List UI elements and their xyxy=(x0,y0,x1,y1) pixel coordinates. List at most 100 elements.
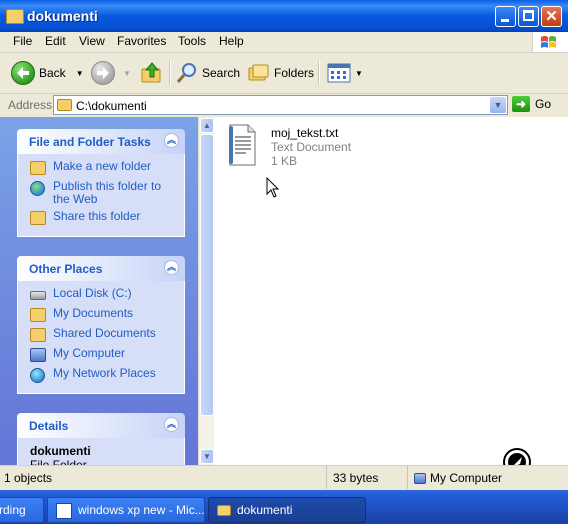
status-bytes: 33 bytes xyxy=(333,466,408,489)
views-button[interactable]: ▼ xyxy=(327,59,363,87)
address-value: C:\dokumenti xyxy=(76,99,147,113)
menu-view[interactable]: View xyxy=(79,34,105,48)
taskbar-task-word[interactable]: windows xp new - Mic... xyxy=(47,497,205,523)
search-icon xyxy=(176,63,196,83)
minimize-icon xyxy=(501,19,509,22)
place-my-computer[interactable]: My Computer xyxy=(18,347,184,367)
panel-header[interactable]: File and Folder Tasks ︽ xyxy=(17,129,185,154)
task-label: Make a new folder xyxy=(53,159,152,173)
folder-icon xyxy=(217,505,231,517)
place-label: Local Disk (C:) xyxy=(53,286,132,300)
title-bar[interactable]: dokumenti ✕ xyxy=(0,0,568,32)
panel-body: Local Disk (C:) My Documents Shared Docu… xyxy=(17,281,185,394)
panel-title: Other Places xyxy=(29,262,103,276)
task-label: Publish this folder to the Web xyxy=(53,179,162,206)
taskbar-task-dokumenti[interactable]: dokumenti xyxy=(208,497,366,523)
folders-button[interactable]: Folders xyxy=(248,59,314,87)
taskbar-task-label: windows xp new - Mic... xyxy=(78,503,205,517)
back-arrow-icon xyxy=(11,61,35,85)
status-zone: My Computer xyxy=(414,466,564,489)
toolbar-separator xyxy=(169,61,171,85)
share-folder-icon xyxy=(30,211,46,225)
details-panel: Details ︽ dokumenti File Folder xyxy=(17,413,185,465)
task-publish-folder[interactable]: Publish this folder to the Web xyxy=(18,180,184,210)
views-icon xyxy=(327,63,351,83)
go-button[interactable]: ➜ Go xyxy=(512,96,551,112)
search-button[interactable]: Search xyxy=(176,59,240,87)
panel-body: dokumenti File Folder xyxy=(17,438,185,465)
scroll-thumb[interactable] xyxy=(200,134,214,416)
taskbar-task-label: rding xyxy=(0,503,26,517)
file-size: 1 KB xyxy=(271,154,298,168)
task-make-new-folder[interactable]: Make a new folder xyxy=(18,160,184,180)
shared-documents-icon xyxy=(30,328,46,342)
scroll-down-icon[interactable]: ▼ xyxy=(200,449,214,464)
task-pane: File and Folder Tasks ︽ Make a new folde… xyxy=(0,117,198,465)
place-label: Shared Documents xyxy=(53,326,156,340)
panel-body: Make a new folder Publish this folder to… xyxy=(17,154,185,237)
taskbar-task-recording[interactable]: rding xyxy=(0,497,44,523)
forward-arrow-icon xyxy=(91,61,115,85)
task-label: Share this folder xyxy=(53,209,141,223)
up-folder-button[interactable] xyxy=(140,59,164,87)
address-dropdown-icon[interactable]: ▼ xyxy=(490,97,506,113)
panel-header[interactable]: Other Places ︽ xyxy=(17,256,185,281)
forward-button[interactable]: ▼ xyxy=(91,59,131,87)
collapse-chevron-icon[interactable]: ︽ xyxy=(164,133,179,148)
file-type: Text Document xyxy=(271,140,352,154)
back-button[interactable]: Back ▼ xyxy=(11,59,84,87)
folder-icon xyxy=(6,9,24,24)
place-shared-documents[interactable]: Shared Documents xyxy=(18,327,184,347)
local-disk-icon xyxy=(30,291,46,300)
place-label: My Computer xyxy=(53,346,126,360)
panel-title: File and Folder Tasks xyxy=(29,135,151,149)
status-objects: 1 objects xyxy=(4,466,327,489)
menu-file[interactable]: File xyxy=(13,34,32,48)
window-title: dokumenti xyxy=(27,8,98,24)
collapse-chevron-icon[interactable]: ︽ xyxy=(164,260,179,275)
menu-edit[interactable]: Edit xyxy=(45,34,66,48)
taskbar: rding windows xp new - Mic... dokumenti xyxy=(0,490,568,524)
folder-icon xyxy=(57,99,72,111)
network-places-icon xyxy=(30,368,45,383)
task-pane-scrollbar[interactable]: ▲ ▼ xyxy=(198,117,215,465)
file-item[interactable]: moj_tekst.txt Text Document 1 KB xyxy=(226,123,526,173)
address-bar: Address C:\dokumenti ▼ ➜ Go xyxy=(0,94,568,116)
other-places-panel: Other Places ︽ Local Disk (C:) My Docume… xyxy=(17,256,185,394)
my-computer-icon xyxy=(414,473,426,485)
menu-favorites[interactable]: Favorites xyxy=(117,34,166,48)
file-list-view[interactable]: moj_tekst.txt Text Document 1 KB xyxy=(214,117,568,476)
scroll-up-icon[interactable]: ▲ xyxy=(200,118,214,133)
close-button[interactable]: ✕ xyxy=(541,6,562,27)
place-my-documents[interactable]: My Documents xyxy=(18,307,184,327)
toolbar-separator xyxy=(318,61,320,85)
menu-tools[interactable]: Tools xyxy=(178,34,206,48)
details-name: dokumenti xyxy=(30,444,91,458)
back-dropdown-icon[interactable]: ▼ xyxy=(76,69,84,78)
details-type: File Folder xyxy=(30,458,87,465)
close-icon: ✕ xyxy=(545,8,558,25)
status-bar: 1 objects 33 bytes My Computer xyxy=(0,465,568,490)
up-folder-icon xyxy=(141,62,161,83)
new-folder-icon xyxy=(30,161,46,175)
place-my-network-places[interactable]: My Network Places xyxy=(18,367,184,387)
text-document-icon xyxy=(229,124,256,166)
my-computer-icon xyxy=(30,348,46,362)
standard-toolbar: Back ▼ ▼ Search Folders ▼ xyxy=(0,53,568,94)
folders-icon xyxy=(248,64,269,81)
minimize-button[interactable] xyxy=(495,6,516,27)
mouse-cursor-icon xyxy=(266,177,280,198)
panel-header[interactable]: Details ︽ xyxy=(17,413,185,438)
taskbar-task-label: dokumenti xyxy=(237,503,293,517)
task-share-folder[interactable]: Share this folder xyxy=(18,210,184,230)
file-folder-tasks-panel: File and Folder Tasks ︽ Make a new folde… xyxy=(17,129,185,237)
maximize-button[interactable] xyxy=(518,6,539,27)
place-local-disk[interactable]: Local Disk (C:) xyxy=(18,287,184,307)
windows-logo-icon xyxy=(532,32,568,52)
collapse-chevron-icon[interactable]: ︽ xyxy=(164,417,179,432)
back-label: Back xyxy=(39,66,66,80)
go-label: Go xyxy=(535,97,552,111)
menu-help[interactable]: Help xyxy=(219,34,244,48)
place-label: My Documents xyxy=(53,306,134,320)
address-input[interactable]: C:\dokumenti ▼ xyxy=(53,95,508,115)
